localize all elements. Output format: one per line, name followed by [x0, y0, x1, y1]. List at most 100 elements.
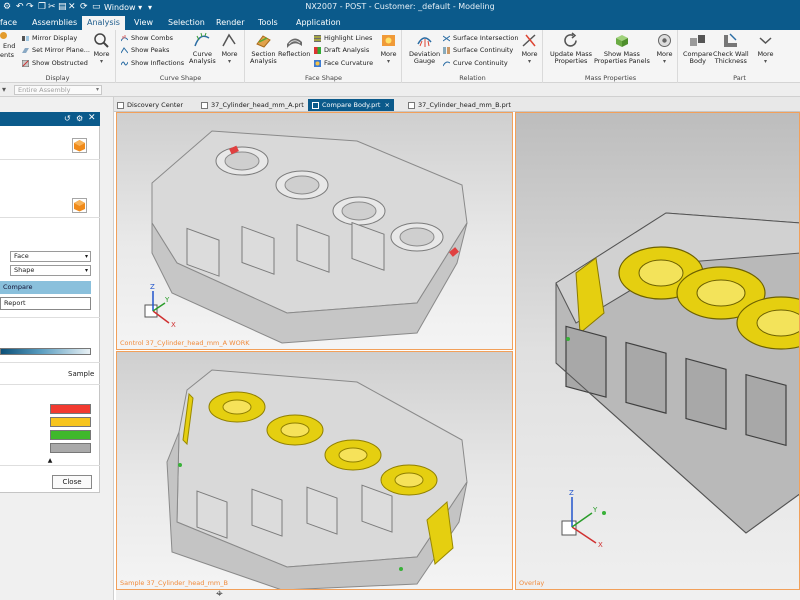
face-curvature-button[interactable]: Face Curvature: [314, 59, 373, 67]
triad-z-label: Z: [569, 489, 574, 497]
tab-tools[interactable]: Tools: [258, 17, 278, 28]
chevron-down-icon: ▾: [386, 58, 390, 65]
tab-compare-body[interactable]: Compare Body.prt ×: [308, 99, 394, 111]
viewport-control[interactable]: Z X Y Control 37_Cylinder_head_mm_A WORK: [116, 112, 513, 350]
curve-continuity-icon: [443, 61, 450, 66]
deviation-gauge-icon: [417, 37, 432, 47]
mirror-plane-icon: [22, 47, 29, 53]
selection-scope-select[interactable]: Entire Assembly ▾: [14, 85, 102, 95]
settings-icon[interactable]: ⚙: [76, 114, 83, 123]
color-swatch[interactable]: [50, 404, 91, 414]
show-combs-label: Show Combs: [131, 34, 173, 42]
select-body-button[interactable]: [72, 138, 87, 153]
surface-continuity-icon: [443, 46, 450, 54]
tab-assemblies[interactable]: Assemblies: [32, 17, 77, 28]
close-icon[interactable]: ×: [384, 101, 389, 109]
highlight-lines-button[interactable]: Highlight Lines: [314, 34, 372, 42]
collapse-toggle[interactable]: ▲: [0, 456, 100, 466]
show-combs-button[interactable]: Show Combs: [121, 34, 173, 42]
mirror-display-button[interactable]: Mirror Display: [22, 34, 77, 42]
compare-button[interactable]: Compare: [0, 281, 91, 294]
chevron-down-icon: ▾: [95, 86, 99, 93]
check-wall-thickness-button[interactable]: Check Wall Thickness: [713, 32, 749, 65]
highlight-lines-label: Highlight Lines: [324, 34, 373, 42]
tab-discovery-center[interactable]: Discovery Center: [117, 99, 183, 111]
update-mass-properties-button[interactable]: Update Mass Properties: [550, 32, 592, 65]
compare-body-dialog: ↺ ⚙ ✕ Face ▾ Shape ▾ Compare Report Samp…: [0, 112, 100, 493]
show-obstructed-button[interactable]: Show Obstructed: [22, 59, 88, 67]
draft-analysis-button[interactable]: Draft Analysis: [314, 46, 369, 54]
check-wall-label-2: Thickness: [714, 57, 747, 65]
show-peaks-button[interactable]: Show Peaks: [121, 46, 169, 54]
show-inflections-button[interactable]: Show Inflections: [121, 59, 184, 67]
show-mass-label-2: Properties Panels: [594, 57, 650, 65]
reflection-button[interactable]: Reflection: [278, 32, 310, 58]
close-icon[interactable]: ✕: [88, 113, 96, 123]
show-peaks-label: Show Peaks: [131, 46, 170, 54]
tab-selection[interactable]: Selection: [168, 17, 205, 28]
curve-analysis-button[interactable]: Curve Analysis: [189, 32, 216, 65]
tab-application[interactable]: Application: [296, 17, 341, 28]
viewport-label: Control 37_Cylinder_head_mm_A WORK: [120, 339, 250, 347]
report-button[interactable]: Report: [0, 297, 91, 310]
color-swatch[interactable]: [50, 430, 91, 440]
face-shape-more-button[interactable]: More ▾: [380, 32, 397, 65]
comparison-mode-select[interactable]: Shape ▾: [10, 265, 91, 276]
menu-icon[interactable]: ▾: [2, 85, 6, 94]
tab-view[interactable]: View: [134, 17, 153, 28]
reset-icon[interactable]: ↺: [64, 114, 71, 123]
color-swatch[interactable]: [50, 443, 91, 453]
tab-surface[interactable]: face: [0, 17, 17, 28]
face-curvature-icon: [314, 59, 321, 67]
surface-continuity-button[interactable]: Surface Continuity: [443, 46, 513, 54]
group-curve-shape: Show Combs Show Peaks Show Inflections C…: [117, 30, 245, 83]
tab-cylinder-head-b[interactable]: 37_Cylinder_head_mm_B.prt: [408, 99, 511, 111]
tab-cylinder-head-a[interactable]: 37_Cylinder_head_mm_A.prt: [201, 99, 304, 111]
surface-intersection-button[interactable]: Surface Intersection: [443, 34, 519, 42]
set-mirror-plane-button[interactable]: Set Mirror Plane...: [22, 46, 90, 54]
color-swatch[interactable]: [50, 417, 91, 427]
tab-render[interactable]: Render: [216, 17, 244, 28]
viewport-overlay[interactable]: Z X Y Overlay: [515, 112, 800, 590]
divider: [0, 362, 100, 363]
deviation-gradient-bar: [0, 348, 91, 355]
group-title-mass-properties: Mass Properties: [584, 74, 637, 82]
tab-analysis[interactable]: Analysis: [82, 16, 125, 30]
comparison-type-value: Face: [14, 252, 29, 260]
close-button[interactable]: Close: [52, 475, 92, 489]
combs-icon: [121, 34, 128, 41]
part-file-icon: [408, 101, 415, 109]
face-more-icon: [382, 35, 395, 46]
document-tabs: Discovery Center 37_Cylinder_head_mm_A.p…: [114, 97, 800, 112]
wall-thickness-icon: [724, 33, 738, 47]
show-end-icon[interactable]: [0, 32, 10, 39]
relation-more-button[interactable]: More ▾: [521, 32, 538, 65]
triad-y-label: Y: [164, 296, 170, 304]
select-body-button[interactable]: [72, 198, 87, 213]
refresh-icon: [564, 32, 578, 47]
surface-intersection-label: Surface Intersection: [453, 34, 519, 42]
dialog-header: ↺ ⚙ ✕: [0, 112, 100, 126]
curve-continuity-button[interactable]: Curve Continuity: [443, 59, 508, 67]
more-label: More: [656, 50, 673, 58]
deviation-gauge-button[interactable]: Deviation Gauge: [409, 32, 440, 65]
viewport-sample[interactable]: Sample 37_Cylinder_head_mm_B: [116, 351, 513, 590]
display-more-button[interactable]: More ▾: [93, 32, 110, 65]
title-bar: ⚙ ↶ ↷ ❐ ✂ ▤ ✕ ⟳ ▭ Window ▾ ▾ NX2007 - PO…: [0, 0, 800, 15]
ribbon: End ents Mirror Display Set Mirror Plane…: [0, 30, 800, 83]
show-mass-properties-panels-button[interactable]: Show Mass Properties Panels: [594, 32, 650, 65]
divider: [0, 384, 100, 385]
app-title: NX2007 - POST - Customer: _default - Mod…: [305, 2, 495, 11]
comparison-type-select[interactable]: Face ▾: [10, 251, 91, 262]
curve-shape-more-button[interactable]: More ▾: [221, 32, 238, 65]
sample-label: Sample: [68, 370, 95, 378]
cylinder-head-model-b: [166, 369, 468, 589]
viewport-label: Sample 37_Cylinder_head_mm_B: [120, 579, 228, 587]
group-part: Compare Body Check Wall Thickness More ▾…: [679, 30, 800, 83]
compare-body-button[interactable]: Compare Body: [683, 32, 713, 65]
part-more-button[interactable]: More ▾: [757, 32, 774, 65]
section-analysis-button[interactable]: Section Analysis: [250, 32, 277, 65]
update-mass-label-2: Properties: [554, 57, 588, 65]
mass-more-button[interactable]: More ▾: [656, 32, 673, 65]
surface-intersection-icon: [443, 35, 450, 41]
